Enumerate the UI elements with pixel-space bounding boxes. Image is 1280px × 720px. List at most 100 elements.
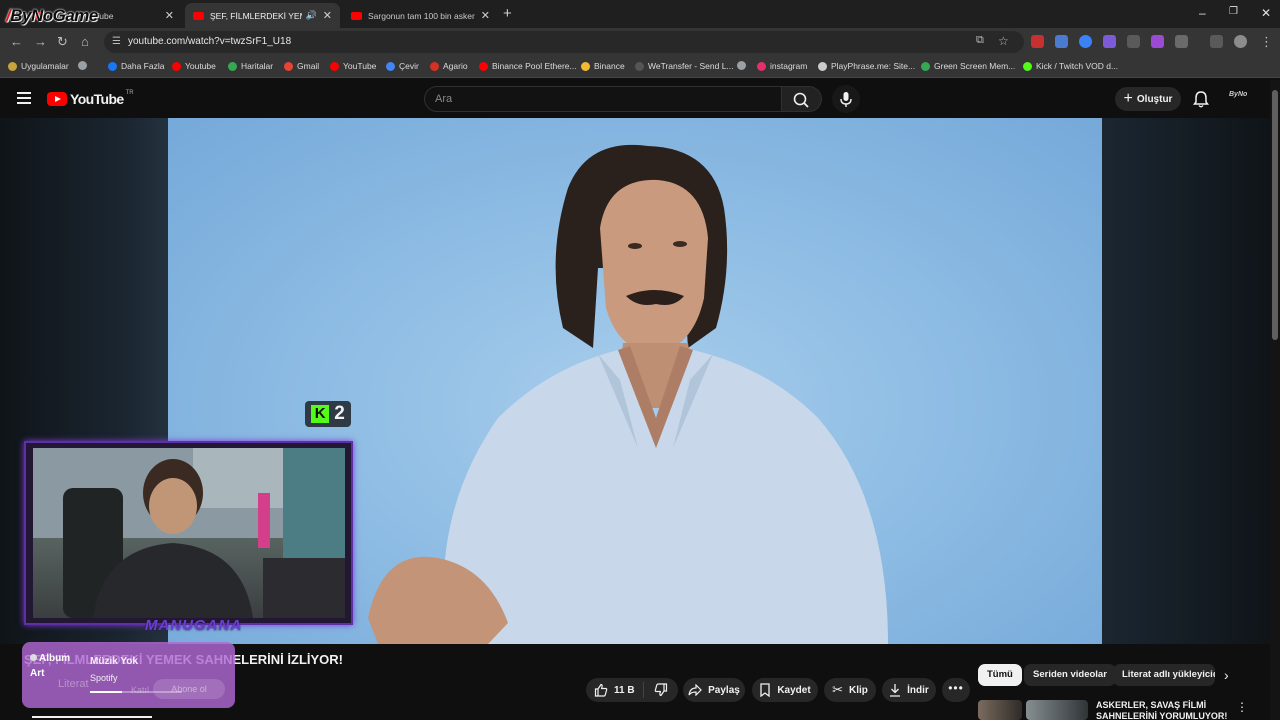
extension-purple-icon[interactable] [1151,35,1164,48]
close-tab-icon[interactable]: ✕ [481,9,490,22]
bookmark-kick-vod[interactable]: Kick / Twitch VOD d... [1023,61,1118,71]
close-tab-icon[interactable]: ✕ [323,9,332,22]
bookmark-binance[interactable]: Binance [581,61,625,71]
back-arrow-icon[interactable]: ← [10,34,23,49]
recommended-thumbnail[interactable] [978,700,1022,720]
forward-arrow-icon[interactable]: → [34,34,47,49]
tab-video-active[interactable]: ŞEF, FİLMLERDEKİ YEMEK SAHNELERİNİ İZLİY… [185,3,340,28]
url-field[interactable]: ☰ youtube.com/watch?v=twzSrF1_U18 [104,31,1024,53]
address-toolbar: ← → ↻ ⌂ ☰ youtube.com/watch?v=twzSrF1_U1… [0,28,1280,56]
recommended-video[interactable]: ASKERLER, SAVAŞ FİLMİ SAHNELERİNİ YORUML… [978,698,1268,720]
install-app-icon[interactable]: ⧉ [976,34,984,47]
tab-title: Sargonun tam 100 bin askeri var [368,10,475,21]
subscribe-button[interactable]: Abone ol [153,679,225,699]
page-scrollbar[interactable] [1270,80,1280,720]
join-button[interactable]: Katıl [131,685,149,695]
scrollbar-thumb[interactable] [1272,90,1278,340]
bookmark-binance-pool[interactable]: Binance Pool Ethere... [479,61,577,71]
reload-icon[interactable]: ↻ [57,34,68,50]
close-window-button[interactable]: ✕ [1261,6,1271,20]
kick-icon [1023,61,1032,71]
youtube-logo[interactable]: YouTube TR [47,90,134,107]
chip-series[interactable]: Seriden videolar [1024,664,1116,686]
album-art: Album Art [30,653,71,679]
voice-search-button[interactable] [832,85,860,113]
thumbs-down-icon [654,683,668,697]
search-input[interactable]: Ara [424,86,782,112]
download-button[interactable]: İndir [882,678,936,702]
share-button[interactable]: Paylaş [683,678,745,702]
chip-all[interactable]: Tümü [978,664,1022,686]
youtube-icon [479,61,488,71]
extension-picture-icon[interactable] [1127,35,1140,48]
clip-button[interactable]: ✂ Klip [824,678,876,702]
profile-icon[interactable] [1234,35,1247,48]
chip-uploader[interactable]: Literat adlı yükleyiciden [1113,664,1215,686]
bookmark-doc[interactable] [737,61,750,70]
like-button[interactable]: 11 B [586,682,644,698]
extension-pen-icon[interactable] [1103,35,1116,48]
like-count: 11 B [614,684,635,696]
extension-audio-icon[interactable] [1079,35,1092,48]
youtube-favicon-icon [193,11,204,20]
bookmark-youtube-2[interactable]: YouTube [330,61,376,71]
extensions-puzzle-icon[interactable] [1175,35,1188,48]
url-text: youtube.com/watch?v=twzSrF1_U18 [128,36,292,47]
close-tab-icon[interactable]: ✕ [165,9,174,22]
save-button[interactable]: Kaydet [752,678,818,702]
grid-icon [78,61,87,70]
kick-viewer-badge: K 2 [305,401,351,427]
bookmark-star-icon[interactable]: ☆ [998,34,1009,48]
webcam-feed [33,448,345,618]
search-button[interactable] [782,86,822,112]
bookmark-agario[interactable]: Agario [430,61,468,71]
bookmark-gmail[interactable]: Gmail [284,61,319,71]
bookmark-cevir[interactable]: Çevir [386,61,419,71]
agario-icon [430,61,439,71]
bookmark-green-screen[interactable]: Green Screen Mem... [921,61,1015,71]
extension-translate-icon[interactable] [1055,35,1068,48]
chevron-right-icon[interactable]: › [1224,667,1229,683]
tab-sargon[interactable]: Sargonun tam 100 bin askeri var ✕ [343,3,498,28]
recommended-thumbnail-2[interactable] [1026,700,1088,720]
channel-name[interactable]: Literat [58,678,89,690]
bookmarks-bar: Uygulamalar Daha Fazla Youtube Haritalar… [0,56,1280,78]
dislike-button[interactable] [644,683,678,697]
bookmark-daha-fazla[interactable]: Daha Fazla [108,61,164,71]
bookmark-instagram[interactable]: instagram [757,61,807,71]
create-button[interactable]: + Oluştur [1115,87,1181,111]
share-arrow-icon [688,684,702,696]
bookmark-apps[interactable]: Uygulamalar [8,61,69,71]
like-dislike-group: 11 B [586,678,678,702]
account-avatar[interactable]: ByNo [1229,91,1249,106]
document-icon [737,61,746,70]
bookmark-youtube[interactable]: Youtube [172,61,216,71]
scissors-icon: ✂ [832,682,843,697]
more-vert-icon[interactable]: ⋮ [1236,700,1248,714]
minimize-button[interactable]: – [1199,6,1206,20]
more-actions-button[interactable]: ••• [942,678,970,702]
page-bottom-indicator [32,716,152,718]
facebook-icon [108,61,117,71]
new-tab-button[interactable]: + [503,5,512,22]
bookmark-playphrase[interactable]: PlayPhrase.me: Site... [818,61,915,71]
speaker-icon[interactable]: 🔊 [306,10,317,21]
bookmark-grid[interactable] [78,61,91,70]
spotify-progress-fill [90,691,123,693]
extension-new-icon[interactable] [1031,35,1044,48]
search-icon [793,92,809,108]
bookmark-haritalar[interactable]: Haritalar [228,61,273,71]
binance-icon [581,61,590,71]
media-control-icon[interactable] [1210,35,1223,48]
playphrase-icon [818,61,827,71]
youtube-favicon-icon [351,11,362,20]
home-icon[interactable]: ⌂ [81,34,89,49]
bookmark-wetransfer[interactable]: WeTransfer - Send L... [635,61,734,71]
browser-menu-icon[interactable]: ⋮ [1260,34,1273,50]
streamer-name-label: MANUGANA [145,617,243,634]
hamburger-menu-icon[interactable] [17,92,31,107]
site-settings-icon[interactable]: ☰ [112,31,121,53]
maximize-button[interactable]: ❐ [1229,6,1238,17]
notifications-bell-icon[interactable] [1193,90,1209,108]
recommended-title[interactable]: ASKERLER, SAVAŞ FİLMİ SAHNELERİNİ YORUML… [1096,700,1236,720]
